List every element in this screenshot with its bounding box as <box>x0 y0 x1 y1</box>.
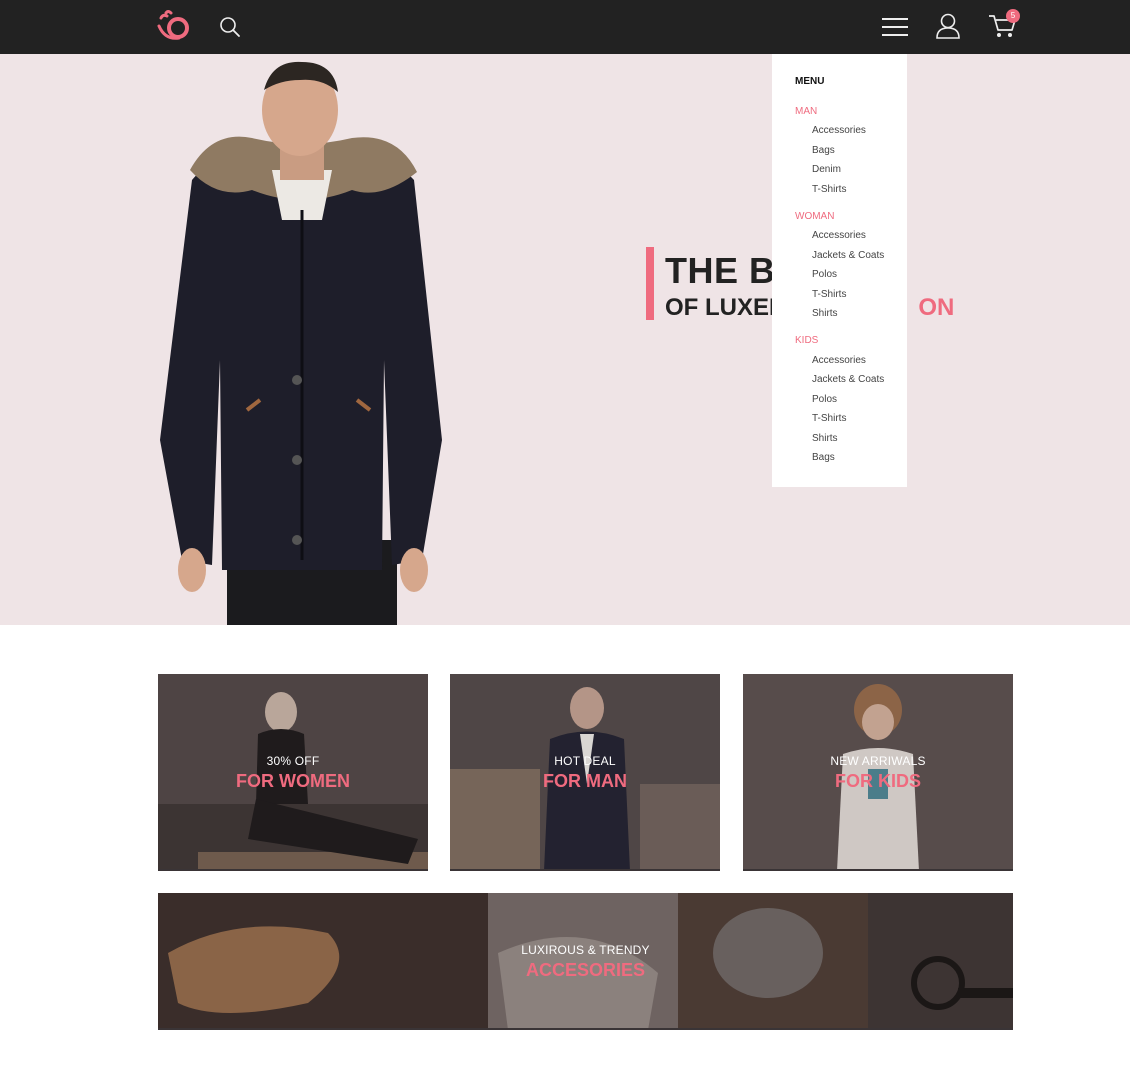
tile-women-small-label: 30% OFF <box>266 754 320 768</box>
top-navigation-bar: 5 <box>0 0 1130 54</box>
search-icon[interactable] <box>219 16 241 38</box>
user-icon[interactable] <box>936 13 960 39</box>
promo-tile-man[interactable]: HOT DEAL FOR MAN <box>450 674 720 871</box>
hero-banner: THE BI OF LUXER ON <box>0 54 1130 625</box>
tile-man-small-label: HOT DEAL <box>554 754 616 768</box>
tile-accessories-big-label: ACCESORIES <box>525 960 646 980</box>
menu-category-woman[interactable]: WOMAN <box>795 211 834 222</box>
menu-item-man-tshirts[interactable]: T-Shirts <box>812 184 846 195</box>
tile-accessories-small-label: LUXIROUS & TRENDY <box>521 943 650 957</box>
promo-tile-kids[interactable]: NEW ARRIWALS FOR KIDS <box>743 674 1013 871</box>
tile-accessories-bottom-border <box>158 1028 1013 1030</box>
menu-item-woman-shirts[interactable]: Shirts <box>812 308 838 319</box>
tile-man-big-label: FOR MAN <box>543 771 627 791</box>
menu-category-kids[interactable]: KIDS <box>795 335 818 346</box>
menu-item-kids-bags[interactable]: Bags <box>812 452 835 463</box>
menu-item-kids-accessories[interactable]: Accessories <box>812 355 866 366</box>
menu-item-woman-accessories[interactable]: Accessories <box>812 230 866 241</box>
hero-subtitle-accent: ON <box>918 294 955 321</box>
dropdown-menu: MENU MAN Accessories Bags Denim T-Shirts… <box>772 54 907 487</box>
menu-item-woman-polos[interactable]: Polos <box>812 269 837 280</box>
tile-women-bottom-border <box>158 869 428 871</box>
menu-item-kids-tshirts[interactable]: T-Shirts <box>812 413 846 424</box>
hamburger-icon[interactable] <box>882 16 908 38</box>
menu-item-man-denim[interactable]: Denim <box>812 164 841 175</box>
tile-women-big-label: FOR WOMEN <box>236 771 350 791</box>
hero-accent-bar <box>646 247 654 320</box>
hero-subtitle-dark: OF LUXER <box>665 294 787 321</box>
tile-man-bottom-border <box>450 869 720 871</box>
promo-tile-accessories[interactable]: LUXIROUS & TRENDY ACCESORIES <box>158 893 1013 1030</box>
cart-count-badge: 5 <box>1006 9 1020 23</box>
promo-tile-women[interactable]: 30% OFF FOR WOMEN <box>158 674 428 871</box>
tile-kids-small-label: NEW ARRIWALS <box>830 754 926 768</box>
menu-item-kids-shirts[interactable]: Shirts <box>812 433 838 444</box>
menu-title: MENU <box>795 76 825 87</box>
model-in-jacket-image <box>160 61 442 625</box>
menu-item-man-bags[interactable]: Bags <box>812 145 835 156</box>
logo-swirl-icon[interactable] <box>157 10 193 42</box>
menu-item-woman-tshirts[interactable]: T-Shirts <box>812 289 846 300</box>
menu-item-kids-polos[interactable]: Polos <box>812 394 837 405</box>
tile-kids-bottom-border <box>743 869 1013 871</box>
menu-item-kids-jackets-coats[interactable]: Jackets & Coats <box>812 374 884 385</box>
menu-category-man[interactable]: MAN <box>795 106 817 117</box>
tile-kids-big-label: FOR KIDS <box>834 771 921 791</box>
menu-item-man-accessories[interactable]: Accessories <box>812 125 866 136</box>
hero-title: THE BI <box>665 250 787 291</box>
menu-item-woman-jackets-coats[interactable]: Jackets & Coats <box>812 250 884 261</box>
